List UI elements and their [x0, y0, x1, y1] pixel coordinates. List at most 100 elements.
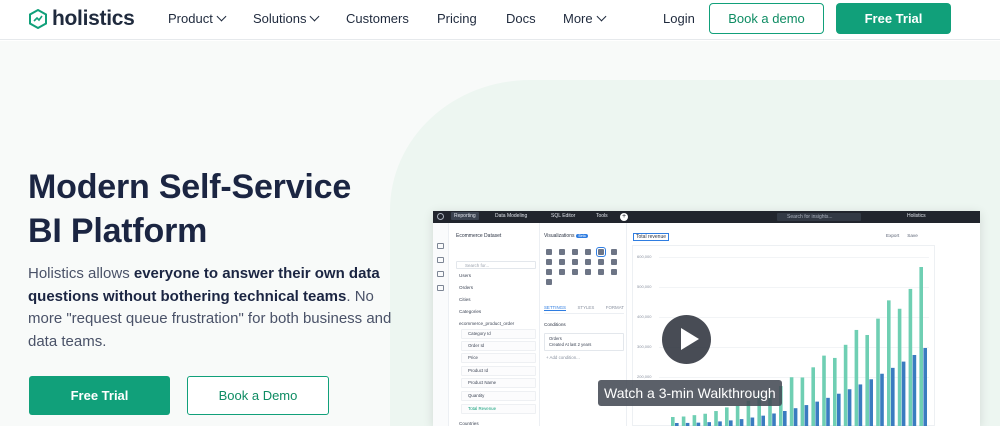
chart-type-icon [585, 249, 591, 255]
plus-icon: + [620, 213, 628, 221]
login-label: Login [663, 11, 695, 26]
chart-title-tag: Total revenue [633, 233, 670, 241]
free-trial-button[interactable]: Free Trial [29, 376, 170, 415]
bar-blue [696, 422, 701, 426]
bar-blue [772, 413, 776, 426]
nav-docs[interactable]: Docs [506, 11, 536, 26]
bar-teal [671, 417, 675, 426]
bar-teal [919, 267, 923, 426]
beta-badge: Beta [576, 234, 588, 238]
field-quantity: Quantity [461, 391, 536, 401]
chart-type-icon [572, 269, 578, 275]
chevron-down-icon [216, 11, 227, 22]
chart-type-icon [559, 249, 565, 255]
bar-blue [707, 422, 711, 426]
bar-teal [843, 344, 848, 426]
chart-type-icon [546, 249, 552, 255]
chart-type-grid [544, 247, 624, 287]
app-org-name: Holistics [907, 213, 926, 219]
hero-title-line-1: Modern Self-Service [28, 168, 352, 206]
bar-blue [923, 348, 927, 426]
dataset-panel: Ecommerce Dataset Search for... Users Or… [450, 223, 540, 426]
bar-teal [714, 411, 718, 426]
hero-description: Holistics allows everyone to answer thei… [28, 263, 408, 353]
y-tick-label: 300,000 [637, 344, 652, 349]
logo[interactable]: holistics [28, 7, 135, 30]
nav-more[interactable]: More [563, 11, 607, 26]
walkthrough-label[interactable]: Watch a 3-min Walkthrough [598, 380, 782, 406]
free-trial-nav-button[interactable]: Free Trial [836, 3, 951, 34]
hero-title: Modern Self-Service BI Platform [28, 165, 428, 253]
visualizations-label: Visualizations [544, 233, 575, 239]
field-category-id: Category Id [461, 329, 536, 339]
bar-blue [718, 421, 722, 426]
chart-type-icon [598, 259, 604, 265]
model-cities: Cities [459, 297, 471, 302]
home-icon [437, 243, 444, 249]
save-button: Save [907, 233, 918, 238]
condition-card: Orders Created At last 2 years [544, 333, 624, 351]
bar-teal [789, 377, 794, 426]
book-demo-nav-button[interactable]: Book a demo [709, 3, 824, 34]
viz-tab-settings: SETTINGS [544, 305, 566, 311]
chart-type-icon [598, 269, 604, 275]
model-ecommerce-product-order: ecommerce_product_order [459, 321, 515, 326]
login-link[interactable]: Login [663, 11, 695, 26]
brand-name: holistics [52, 7, 135, 30]
bar-blue [858, 384, 863, 426]
bar-teal [800, 377, 805, 426]
app-tab-tools: Tools [596, 213, 608, 219]
model-categories: Categories [459, 309, 482, 314]
top-nav: holistics Product Solutions Customers Pr… [0, 0, 1000, 40]
nav-product-label: Product [168, 11, 213, 26]
nav-customers-label: Customers [346, 11, 409, 26]
bar-blue [826, 397, 830, 426]
nav-solutions[interactable]: Solutions [253, 11, 320, 26]
star-icon [437, 271, 444, 277]
app-tab-tools-label: Tools [596, 213, 608, 219]
nav-solutions-label: Solutions [253, 11, 307, 26]
bar-teal [833, 357, 837, 426]
folder-icon [437, 285, 444, 291]
bar-teal [865, 334, 869, 426]
chart-type-icon [611, 259, 617, 265]
bar-blue [901, 361, 906, 426]
bar-blue [837, 393, 841, 426]
nav-customers[interactable]: Customers [346, 11, 409, 26]
bar-blue [804, 405, 809, 426]
bar-teal [897, 308, 902, 426]
model-countries: Countries [459, 421, 479, 426]
condition-value: Created At last 2 years [549, 342, 592, 347]
play-icon [681, 328, 699, 350]
chart-type-icon [596, 247, 606, 257]
app-topbar: Reporting Data Modeling SQL Editor Tools… [433, 211, 980, 223]
visualizations-title: Visualizations Beta [544, 233, 588, 239]
chevron-down-icon [310, 11, 320, 22]
y-tick-label: 200,000 [637, 374, 652, 379]
nav-product[interactable]: Product [168, 11, 227, 26]
nav-pricing[interactable]: Pricing [437, 11, 477, 26]
bar-blue [815, 401, 819, 426]
y-tick-label: 600,000 [637, 254, 652, 259]
chart-type-icon [559, 269, 565, 275]
app-tab-reporting-label: Reporting [454, 213, 476, 219]
app-left-rail [433, 223, 449, 426]
chart-type-icon [611, 269, 617, 275]
chart-type-icon [585, 259, 591, 265]
bar-teal [692, 415, 697, 426]
bar-blue [869, 379, 873, 426]
chart-type-icon [572, 259, 578, 265]
book-demo-button[interactable]: Book a Demo [187, 376, 329, 415]
bar-blue [891, 367, 895, 426]
bar-teal [887, 300, 891, 426]
bar-blue [847, 389, 852, 426]
field-price: Price [461, 353, 536, 363]
bar-blue [761, 415, 765, 426]
bar-blue [793, 408, 798, 426]
bar-teal [876, 318, 880, 426]
bar-teal [822, 355, 826, 426]
app-tab-data-modeling-label: Data Modeling [495, 213, 528, 219]
nav-docs-label: Docs [506, 11, 536, 26]
export-button: Export [886, 233, 900, 238]
y-tick-label: 500,000 [637, 284, 652, 289]
